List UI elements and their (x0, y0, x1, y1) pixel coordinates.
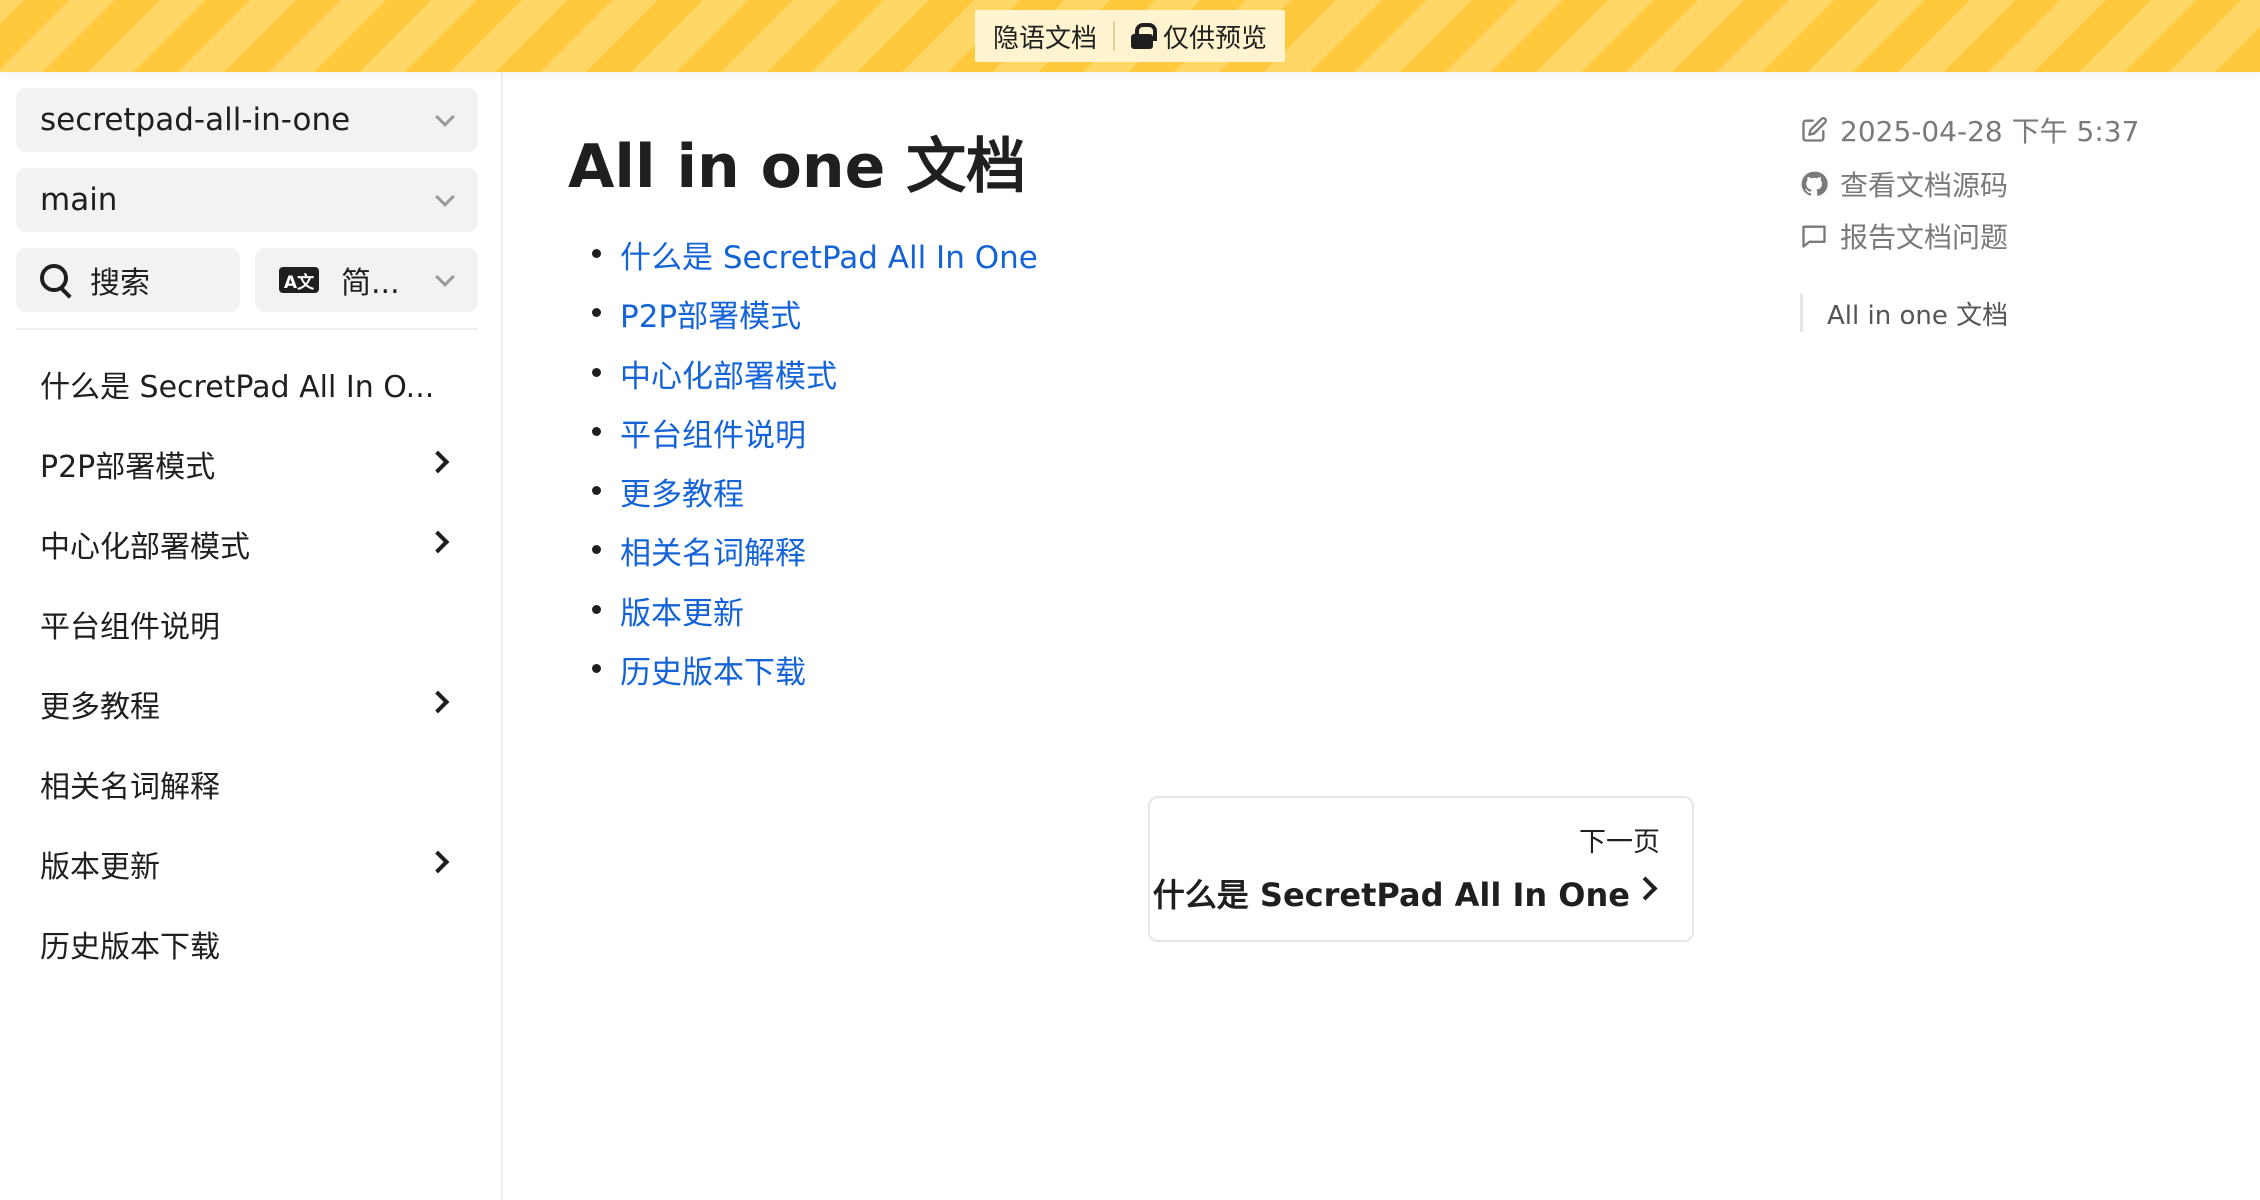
sidebar-item-label: 什么是 SecretPad All In O... (40, 370, 435, 405)
sidebar-item-label: P2P部署模式 (40, 450, 216, 485)
list-item: 中心化部署模式 (568, 351, 1038, 410)
lock-icon (1131, 23, 1157, 49)
doc-link[interactable]: 相关名词解释 (620, 528, 806, 573)
doc-link[interactable]: 中心化部署模式 (620, 351, 837, 396)
last-updated: 2025-04-28 下午 5:37 (1800, 110, 2139, 150)
sidebar-item-label: 中心化部署模式 (40, 530, 250, 565)
search-button[interactable]: 搜索 (16, 248, 240, 312)
list-item: 平台组件说明 (568, 410, 1038, 469)
chevron-right-icon[interactable] (426, 850, 450, 874)
view-source-link[interactable]: 查看文档源码 (1800, 164, 2008, 204)
sidebar-item-changelog[interactable]: 版本更新 (16, 832, 478, 896)
sidebar-item-tutorials[interactable]: 更多教程 (16, 672, 478, 736)
language-select-value: 简... (341, 266, 400, 301)
last-updated-text: 2025-04-28 下午 5:37 (1840, 115, 2140, 148)
sidebar-item-centralized[interactable]: 中心化部署模式 (16, 512, 478, 576)
sidebar-item-label: 更多教程 (40, 690, 160, 725)
sidebar-divider (16, 328, 478, 330)
preview-banner: 隐语文档 仅供预览 (0, 0, 2260, 72)
doc-link[interactable]: 平台组件说明 (620, 410, 806, 455)
page-title: All in one 文档 (568, 132, 1027, 202)
toc-entry[interactable]: All in one 文档 (1800, 294, 2008, 332)
report-issue-link[interactable]: 报告文档问题 (1800, 216, 2008, 256)
comment-icon (1802, 225, 1826, 248)
list-item: 更多教程 (568, 469, 1038, 528)
list-item: 相关名词解释 (568, 528, 1038, 587)
list-item: 历史版本下载 (568, 647, 1038, 706)
sidebar-item-label: 版本更新 (40, 850, 160, 885)
language-select[interactable]: A文 简... (255, 248, 478, 312)
doc-link-list: 什么是 SecretPad All In One P2P部署模式 中心化部署模式… (568, 232, 1038, 706)
next-page-title: 什么是 SecretPad All In One (1152, 876, 1630, 914)
list-item: 版本更新 (568, 588, 1038, 647)
sidebar-item-label: 平台组件说明 (40, 610, 220, 645)
sidebar-item-label: 相关名词解释 (40, 770, 220, 805)
sidebar-item-glossary[interactable]: 相关名词解释 (16, 752, 478, 816)
page-meta: 2025-04-28 下午 5:37 查看文档源码 报告文档问题 All in … (1800, 72, 2220, 472)
banner-pill: 隐语文档 仅供预览 (974, 10, 1286, 62)
branch-select-value: main (40, 182, 118, 218)
list-item: P2P部署模式 (568, 291, 1038, 350)
doc-link[interactable]: 历史版本下载 (620, 647, 806, 692)
chevron-right-icon[interactable] (426, 450, 450, 474)
view-source-text: 查看文档源码 (1840, 169, 2009, 202)
translate-icon: A文 (279, 267, 319, 293)
branch-select[interactable]: main (16, 168, 478, 232)
banner-preview-label: 仅供预览 (1163, 23, 1268, 54)
sidebar-item-label: 历史版本下载 (40, 930, 220, 965)
banner-doc-label: 隐语文档 (992, 23, 1097, 54)
doc-link[interactable]: 什么是 SecretPad All In One (620, 232, 1038, 277)
chevron-right-icon[interactable] (426, 530, 450, 554)
edit-icon (1802, 117, 1827, 142)
sidebar-item-downloads[interactable]: 历史版本下载 (16, 912, 478, 976)
toc-entry-label: All in one 文档 (1827, 300, 2009, 331)
doc-link[interactable]: 更多教程 (620, 469, 744, 514)
sidebar-item-what-is[interactable]: 什么是 SecretPad All In O... (16, 352, 478, 416)
next-page-card[interactable]: 下一页 什么是 SecretPad All In One (1148, 796, 1694, 942)
project-select[interactable]: secretpad-all-in-one (16, 88, 478, 152)
report-issue-text: 报告文档问题 (1840, 221, 2009, 254)
chevron-right-icon (1633, 876, 1658, 901)
next-page-label: 下一页 (1579, 827, 1660, 858)
chevron-down-icon (435, 187, 455, 207)
sidebar-item-p2p[interactable]: P2P部署模式 (16, 432, 478, 496)
doc-link[interactable]: 版本更新 (620, 588, 744, 633)
github-icon (1801, 171, 1828, 196)
sidebar-item-components[interactable]: 平台组件说明 (16, 592, 478, 656)
sidebar: secretpad-all-in-one main 搜索 A文 简... 什么是… (0, 72, 503, 1200)
main-content: All in one 文档 什么是 SecretPad All In One P… (568, 72, 1748, 1200)
project-select-value: secretpad-all-in-one (40, 102, 351, 138)
chevron-down-icon (435, 267, 455, 287)
search-icon (40, 264, 72, 296)
chevron-right-icon[interactable] (426, 690, 450, 714)
list-item: 什么是 SecretPad All In One (568, 232, 1038, 291)
banner-divider (1113, 21, 1115, 51)
chevron-down-icon (435, 107, 455, 127)
search-label: 搜索 (90, 266, 150, 301)
doc-link[interactable]: P2P部署模式 (620, 291, 801, 336)
